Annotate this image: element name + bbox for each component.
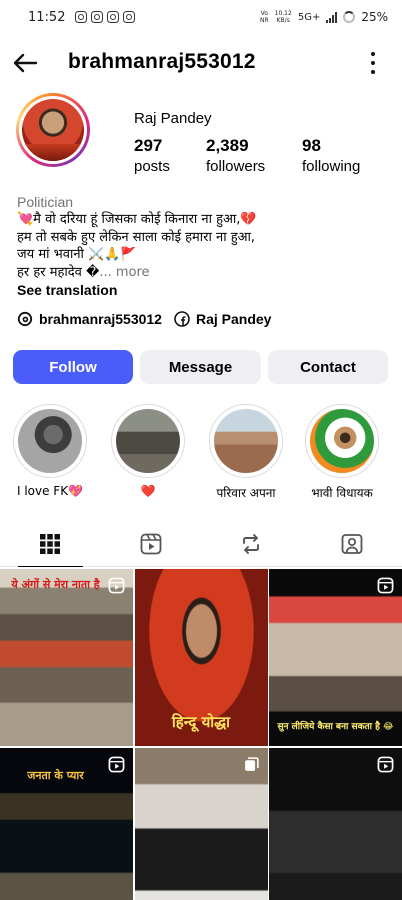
posts-grid: ये अंगों से मेरा नाता है हिन्दू योद्धा स…	[0, 569, 402, 900]
profile-avatar[interactable]	[16, 93, 90, 167]
see-translation-link[interactable]: See translation	[17, 282, 117, 298]
bio-line: जय मां भवानी ⚔️🙏🚩	[17, 247, 137, 262]
highlight-item[interactable]: ❤️	[108, 404, 188, 498]
following-label: following	[302, 158, 361, 175]
instagram-notification-icon	[91, 11, 104, 23]
post-caption: हिन्दू योद्धा	[171, 713, 231, 731]
profile-tabs	[0, 521, 402, 567]
post-thumbnail[interactable]	[134, 747, 268, 900]
tab-posts-grid[interactable]	[0, 521, 101, 567]
threads-icon	[17, 311, 33, 327]
reel-icon	[108, 756, 125, 772]
profile-full-name: Raj Pandey	[134, 110, 212, 127]
signal-icon	[326, 11, 338, 23]
reel-icon	[377, 756, 394, 772]
profile-links: brahmanraj553012 Raj Pandey	[17, 311, 283, 327]
profile-category: Politician	[17, 194, 74, 210]
reel-icon	[108, 577, 125, 594]
highlight-cover	[214, 409, 278, 473]
highlight-cover	[310, 409, 374, 473]
post-thumbnail[interactable]: जनता के प्यार	[0, 747, 133, 900]
highlight-item[interactable]: I love FK💖	[10, 404, 90, 498]
following-stat[interactable]: 98 following	[302, 136, 360, 175]
profile-header: brahmanraj553012	[0, 44, 402, 82]
facebook-icon	[174, 311, 190, 327]
reels-icon	[140, 533, 162, 554]
network-speed: 10.12 KB/s	[274, 10, 292, 24]
highlight-label: भावी विधायक	[311, 486, 373, 500]
bio-more-link[interactable]: ... more	[99, 265, 149, 280]
post-caption: ये अंगों से मेरा नाता है	[11, 578, 100, 591]
network-type: 5G+	[297, 11, 321, 23]
following-count: 98	[302, 136, 321, 155]
reel-icon	[377, 577, 394, 594]
tab-reels[interactable]	[101, 521, 202, 566]
battery-icon	[343, 11, 356, 23]
post-thumbnail[interactable]: सुन लीजिये कैसा बना सकता है 😂	[269, 569, 402, 746]
followers-stat[interactable]: 2,389 followers	[206, 136, 265, 175]
instagram-notification-icon	[123, 11, 136, 23]
tab-tagged[interactable]	[302, 521, 402, 566]
threads-link[interactable]: brahmanraj553012	[17, 311, 162, 327]
battery-percent: 25%	[361, 10, 388, 24]
status-time: 11:52	[28, 9, 66, 25]
reposts-icon	[243, 533, 260, 554]
tagged-icon	[341, 533, 363, 554]
bio-line-last: हर हर महादेव �... more	[17, 264, 150, 280]
highlight-label: परिवार अपना	[216, 486, 276, 500]
highlight-cover	[116, 409, 180, 473]
grid-icon	[40, 533, 61, 554]
post-caption: जनता के प्यार	[27, 768, 84, 782]
profile-bio: 💘मै वो दरिया हूं जिसका कोई किनारा ना हुआ…	[17, 211, 389, 281]
highlight-label: I love FK💖	[16, 484, 84, 498]
posts-label: posts	[134, 158, 170, 175]
more-options-icon[interactable]	[370, 52, 376, 74]
message-button[interactable]: Message	[140, 350, 261, 384]
followers-label: followers	[206, 158, 266, 175]
posts-stat[interactable]: 297 posts	[134, 136, 170, 175]
post-thumbnail[interactable]: हिन्दू योद्धा	[134, 569, 268, 746]
highlight-item[interactable]: परिवार अपना	[206, 404, 286, 501]
contact-button[interactable]: Contact	[268, 350, 388, 384]
status-bar: 11:52 Vo NR 10.12 KB/s 5G+ 25%	[0, 0, 402, 34]
instagram-notification-icon	[75, 11, 88, 23]
highlight-label: ❤️	[140, 484, 156, 498]
tab-reposts[interactable]	[201, 521, 302, 566]
bio-line: 💘मै वो दरिया हूं जिसका कोई किनारा ना हुआ…	[17, 212, 257, 227]
header-username: brahmanraj553012	[68, 50, 256, 73]
post-thumbnail[interactable]	[269, 747, 402, 900]
album-icon	[244, 756, 259, 771]
bio-line: हम तो सबके हुए लेकिन साला कोई हमारा ना ह…	[17, 229, 256, 245]
back-arrow-icon[interactable]	[12, 50, 38, 76]
followers-count: 2,389	[206, 136, 249, 155]
follow-button[interactable]: Follow	[13, 350, 133, 384]
volte-indicator: Vo NR	[259, 10, 269, 24]
instagram-notification-icon	[107, 11, 120, 23]
post-caption: सुन लीजिये कैसा बना सकता है 😂	[277, 722, 394, 732]
facebook-link[interactable]: Raj Pandey	[174, 311, 271, 327]
post-thumbnail[interactable]: ये अंगों से मेरा नाता है	[0, 569, 133, 746]
highlight-item[interactable]: भावी विधायक	[302, 404, 382, 501]
avatar	[22, 99, 84, 161]
highlight-cover	[18, 409, 82, 473]
threads-handle: brahmanraj553012	[39, 311, 162, 327]
posts-count: 297	[134, 136, 163, 155]
facebook-name: Raj Pandey	[195, 311, 272, 327]
